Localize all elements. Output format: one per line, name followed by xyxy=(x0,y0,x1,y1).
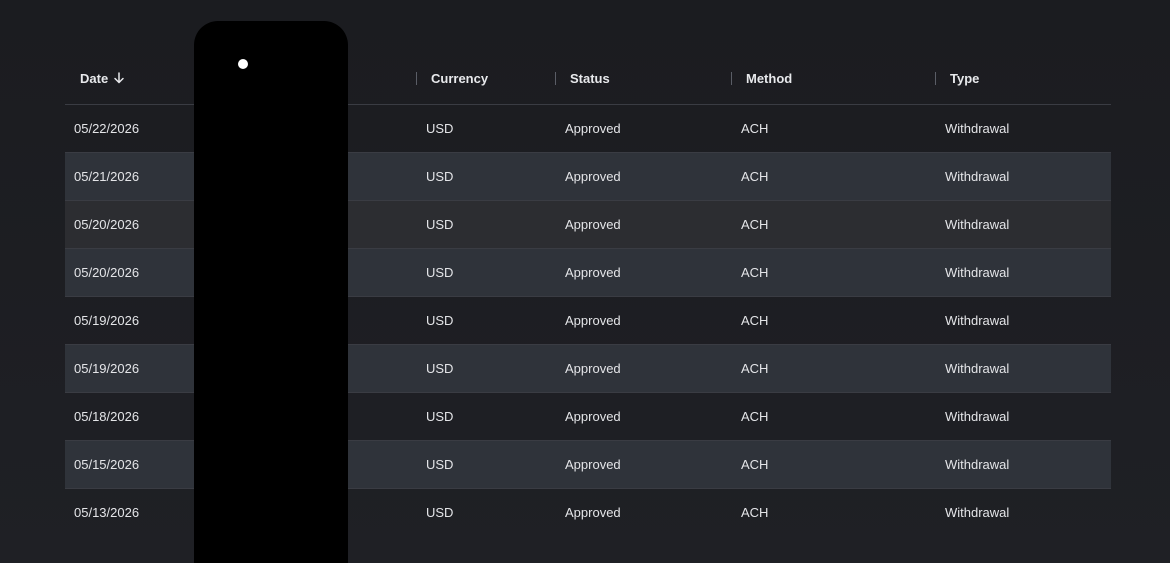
column-separator[interactable] xyxy=(731,72,732,85)
cell-currency: USD xyxy=(426,457,454,472)
cell-method: ACH xyxy=(741,409,769,424)
cell-date: 05/21/2026 xyxy=(74,169,140,184)
cell-date: 05/22/2026 xyxy=(74,121,140,136)
cell-type: Withdrawal xyxy=(945,121,1010,136)
cell-currency: USD xyxy=(426,121,454,136)
column-separator[interactable] xyxy=(935,72,936,85)
column-header-label: Date xyxy=(80,71,109,86)
column-header-type[interactable]: Type xyxy=(935,54,980,104)
column-header-label: Type xyxy=(950,71,980,86)
column-header-method[interactable]: Method xyxy=(731,54,793,104)
cell-status: Approved xyxy=(565,361,621,376)
cell-status: Approved xyxy=(565,505,621,520)
column-header-date[interactable]: Date xyxy=(80,54,125,104)
cell-method: ACH xyxy=(741,505,769,520)
cell-status: Approved xyxy=(565,217,621,232)
cell-currency: USD xyxy=(426,313,454,328)
cell-method: ACH xyxy=(741,361,769,376)
cell-date: 05/19/2026 xyxy=(74,361,140,376)
cell-type: Withdrawal xyxy=(945,265,1010,280)
column-header-label: Status xyxy=(570,71,610,86)
cell-currency: USD xyxy=(426,217,454,232)
cell-status: Approved xyxy=(565,265,621,280)
cell-currency: USD xyxy=(426,361,454,376)
cell-type: Withdrawal xyxy=(945,409,1010,424)
column-separator[interactable] xyxy=(555,72,556,85)
cell-method: ACH xyxy=(741,457,769,472)
cell-currency: USD xyxy=(426,169,454,184)
cell-date: 05/20/2026 xyxy=(74,265,140,280)
transactions-page: Date Currency Status Method Type 05/22/2… xyxy=(0,0,1170,563)
column-header-label: Currency xyxy=(431,71,489,86)
cell-status: Approved xyxy=(565,409,621,424)
cell-date: 05/20/2026 xyxy=(74,217,140,232)
cell-method: ACH xyxy=(741,313,769,328)
cell-method: ACH xyxy=(741,121,769,136)
redaction-overlay xyxy=(194,21,348,563)
cell-status: Approved xyxy=(565,313,621,328)
column-header-currency[interactable]: Currency xyxy=(416,54,489,104)
cell-status: Approved xyxy=(565,169,621,184)
cell-date: 05/13/2026 xyxy=(74,505,140,520)
cell-type: Withdrawal xyxy=(945,313,1010,328)
cell-type: Withdrawal xyxy=(945,457,1010,472)
cell-type: Withdrawal xyxy=(945,169,1010,184)
cell-currency: USD xyxy=(426,265,454,280)
camera-dot-icon xyxy=(238,59,248,69)
column-header-status[interactable]: Status xyxy=(555,54,610,104)
cell-date: 05/15/2026 xyxy=(74,457,140,472)
cell-status: Approved xyxy=(565,121,621,136)
cell-method: ACH xyxy=(741,169,769,184)
cell-method: ACH xyxy=(741,217,769,232)
column-separator[interactable] xyxy=(416,72,417,85)
cell-currency: USD xyxy=(426,409,454,424)
arrow-down-icon xyxy=(114,72,124,84)
cell-status: Approved xyxy=(565,457,621,472)
cell-currency: USD xyxy=(426,505,454,520)
column-header-label: Method xyxy=(746,71,793,86)
cell-type: Withdrawal xyxy=(945,505,1010,520)
cell-date: 05/18/2026 xyxy=(74,409,140,424)
cell-date: 05/19/2026 xyxy=(74,313,140,328)
cell-type: Withdrawal xyxy=(945,361,1010,376)
cell-type: Withdrawal xyxy=(945,217,1010,232)
cell-method: ACH xyxy=(741,265,769,280)
